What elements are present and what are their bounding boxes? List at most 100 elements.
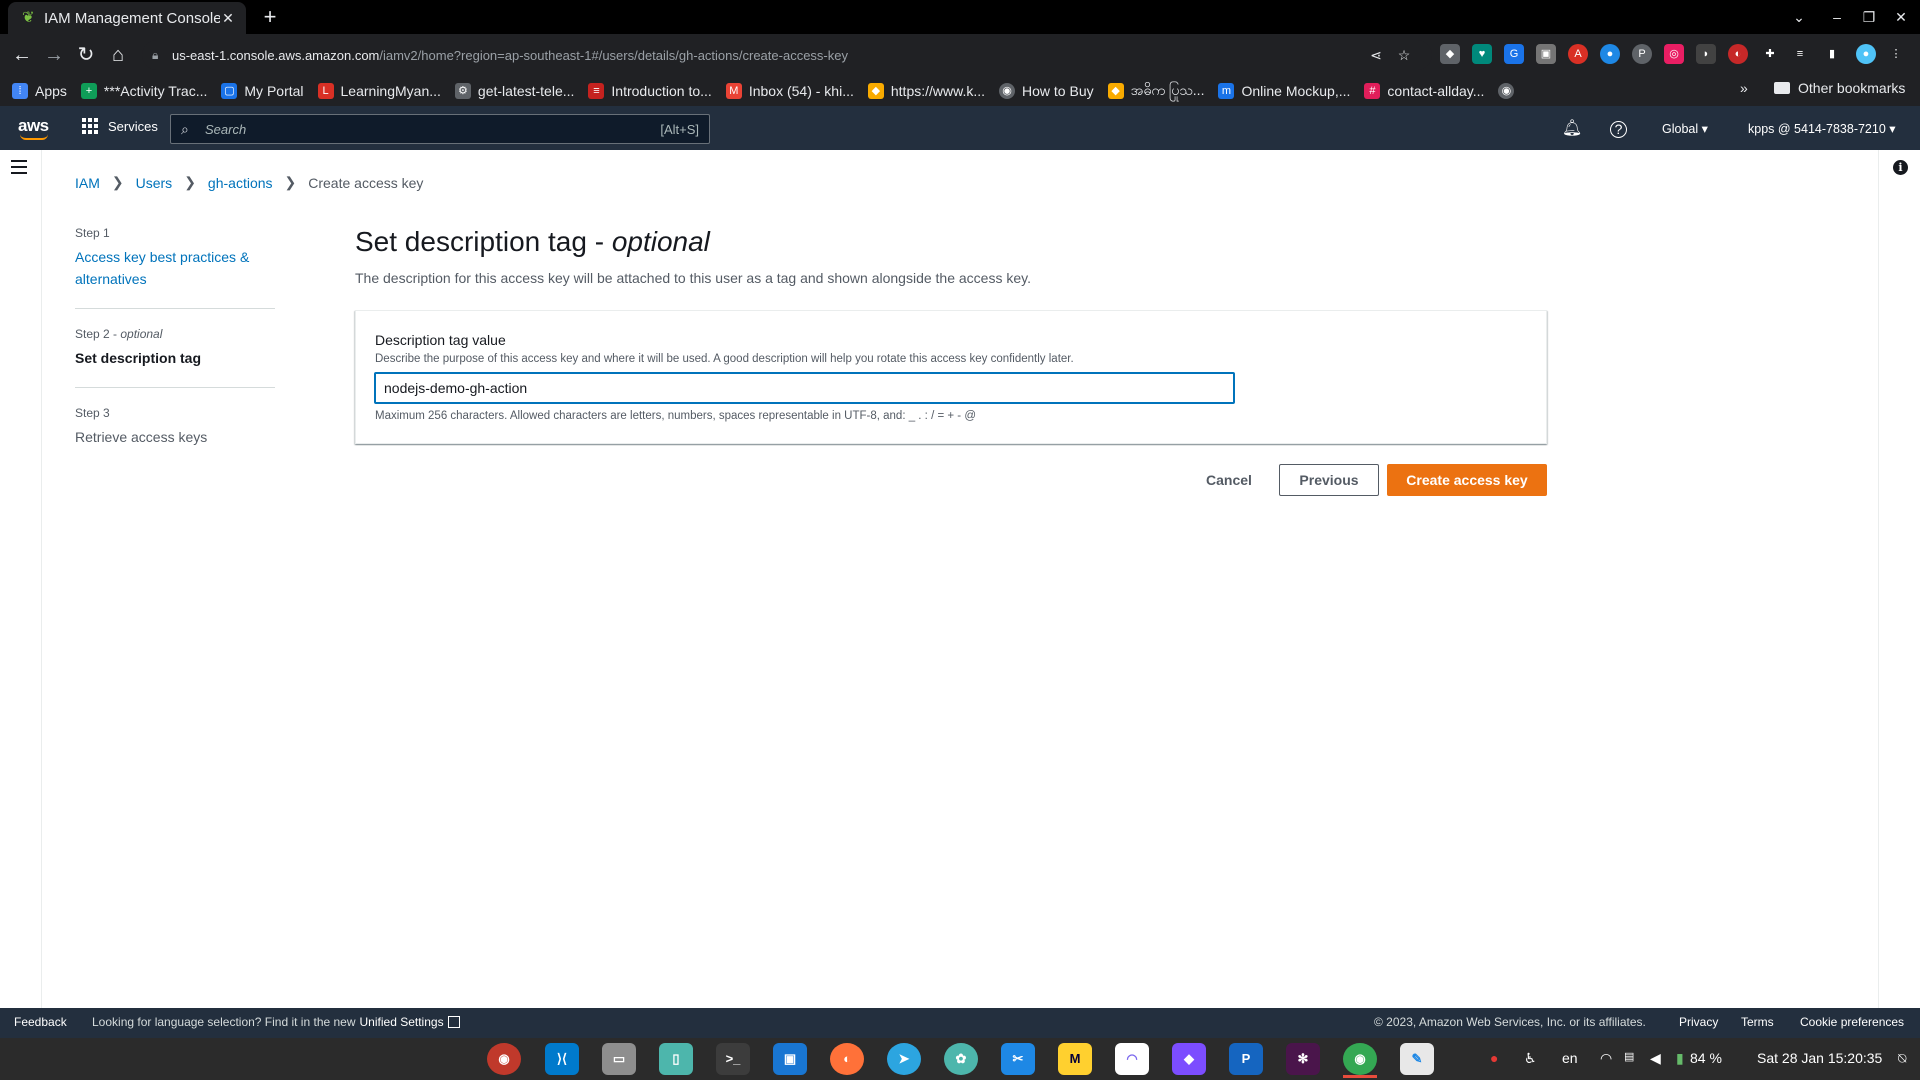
step-1-link[interactable]: Access key best practices & alternatives (75, 246, 275, 290)
slack-app-icon[interactable]: ✻ (1286, 1043, 1320, 1075)
battery-icon[interactable]: ▮ (1676, 1050, 1684, 1067)
bookmark-https-k[interactable]: ◆ https://www.k... (867, 83, 985, 99)
folder-icon (1774, 82, 1790, 94)
translate-extension-icon[interactable]: G (1504, 44, 1524, 64)
side-panel-icon[interactable]: ▮ (1822, 44, 1842, 64)
extension-icon[interactable]: ◐ (1728, 44, 1748, 64)
telegram-app-icon[interactable]: ➤ (887, 1043, 921, 1075)
breadcrumb-users[interactable]: Users (136, 175, 173, 191)
aws-search-input[interactable]: ⌕ Search [Alt+S] (170, 114, 710, 144)
extension-icon[interactable]: ◆ (1440, 44, 1460, 64)
vpn-icon[interactable]: ▤ (1624, 1050, 1634, 1063)
page-title-text: Set description tag - (355, 226, 612, 257)
apps-grid-icon: ⁞ (12, 83, 28, 99)
chrome-menu-icon[interactable]: ⋮ (1886, 44, 1906, 64)
previous-button[interactable]: Previous (1279, 464, 1379, 496)
bookmark-get-latest-tele[interactable]: ⚙ get-latest-tele... (454, 83, 575, 99)
address-bar[interactable]: 🔒︎ us-east-1.console.aws.amazon.com/iamv… (142, 40, 1432, 70)
text-editor-app-icon[interactable]: ✎ (1400, 1043, 1434, 1075)
bookmark-activity-tracker[interactable]: + ***Activity Trac... (80, 83, 207, 99)
bookmark-online-mockup[interactable]: m Online Mockup,... (1218, 83, 1350, 99)
language-note-text: Looking for language selection? Find it … (92, 1015, 356, 1029)
info-icon[interactable]: i (1893, 160, 1908, 175)
bookmark-how-to-buy[interactable]: ◉ How to Buy (999, 83, 1094, 99)
help-icon[interactable]: ? (1610, 121, 1627, 138)
tray-app-icon[interactable]: ● (1490, 1050, 1498, 1066)
bookmark-globe[interactable]: ◉ (1498, 83, 1521, 99)
wifi-icon[interactable]: ◠ (1600, 1050, 1612, 1067)
browser-tab[interactable]: ❦ IAM Management Console ✕ (8, 2, 246, 34)
browser-tab-title: IAM Management Console (44, 9, 220, 27)
tab-search-icon[interactable]: ⌄ (1788, 6, 1810, 28)
close-window-icon[interactable]: ✕ (1890, 6, 1912, 28)
paw-app-icon[interactable]: ✿ (944, 1043, 978, 1075)
close-tab-icon[interactable]: ✕ (220, 10, 236, 27)
virtualbox-app-icon[interactable]: ▣ (773, 1043, 807, 1075)
volume-icon[interactable]: ◀︎ (1650, 1050, 1661, 1067)
extensions-puzzle-icon[interactable]: ✚ (1760, 44, 1780, 64)
adblock-extension-icon[interactable]: A (1568, 44, 1588, 64)
step-label: Access key best practices & (75, 249, 250, 265)
other-bookmarks-button[interactable]: Other bookmarks (1774, 80, 1905, 96)
clock[interactable]: Sat 28 Jan 15:20:35 (1757, 1050, 1882, 1066)
new-tab-button[interactable]: + (258, 4, 282, 30)
privacy-link[interactable]: Privacy (1679, 1015, 1718, 1029)
globe-icon: ◉ (999, 83, 1016, 99)
extension-icon[interactable]: ◗ (1696, 44, 1716, 64)
bookmark-contact-allday[interactable]: # contact-allday... (1364, 83, 1484, 99)
bookmark-label: get-latest-tele... (477, 83, 575, 99)
screenshot-app-icon[interactable]: ✂ (1001, 1043, 1035, 1075)
miro-app-icon[interactable]: M (1058, 1043, 1092, 1075)
back-arrow-icon[interactable]: ← (8, 42, 36, 68)
notifications-off-icon[interactable]: ⍉ (1898, 1050, 1906, 1067)
terms-link[interactable]: Terms (1741, 1015, 1774, 1029)
reading-list-icon[interactable]: ≡ (1790, 44, 1810, 64)
files-app-icon[interactable]: ▭ (602, 1043, 636, 1075)
aws-logo[interactable]: aws (18, 116, 49, 136)
clickup-app-icon[interactable]: ◠ (1115, 1043, 1149, 1075)
breadcrumb-iam[interactable]: IAM (75, 175, 100, 191)
bookmark-inbox[interactable]: M Inbox (54) - khi... (725, 83, 854, 99)
extension-icon[interactable]: P (1632, 44, 1652, 64)
account-menu[interactable]: kpps @ 5414-7838-7210 ▾ (1748, 121, 1896, 136)
create-access-key-button[interactable]: Create access key (1387, 464, 1547, 496)
reload-icon[interactable]: ↻ (72, 42, 100, 68)
firefox-app-icon[interactable]: ◐ (830, 1043, 864, 1075)
extension-icon[interactable]: ▣ (1536, 44, 1556, 64)
chrome-app-icon[interactable]: ◉ (1343, 1043, 1377, 1075)
region-selector[interactable]: Global ▾ (1662, 121, 1708, 136)
restore-window-icon[interactable]: ❐ (1858, 6, 1880, 28)
bookmark-apps[interactable]: ⁞ Apps (12, 83, 67, 99)
vscode-app-icon[interactable]: ⟩⟨ (545, 1043, 579, 1075)
more-bookmarks-button[interactable]: » (1740, 80, 1748, 96)
unified-settings-link[interactable]: Unified Settings (360, 1015, 444, 1029)
services-menu-button[interactable]: Services (82, 118, 158, 134)
minimize-window-icon[interactable]: – (1826, 6, 1848, 28)
book-reader-app-icon[interactable]: ▯ (659, 1043, 693, 1075)
profile-avatar-icon[interactable]: ● (1856, 44, 1876, 64)
hamburger-menu-icon[interactable] (11, 160, 27, 178)
home-icon[interactable]: ⌂ (104, 42, 132, 68)
bookmark-myanmar-text[interactable]: ◆ အဓိက ပြုသ... (1107, 81, 1204, 102)
cookie-preferences-link[interactable]: Cookie preferences (1800, 1015, 1904, 1029)
notifications-bell-icon[interactable]: 🔔︎ (1561, 118, 1583, 138)
terminal-app-icon[interactable]: >_ (716, 1043, 750, 1075)
share-icon[interactable]: ⋖ (1362, 47, 1390, 64)
bookmark-star-icon[interactable]: ☆ (1390, 47, 1418, 64)
forward-arrow-icon[interactable]: → (40, 42, 68, 68)
extension-icon[interactable]: ♥ (1472, 44, 1492, 64)
extension-icon[interactable]: ◎ (1664, 44, 1684, 64)
obsidian-app-icon[interactable]: ◆ (1172, 1043, 1206, 1075)
screen-recorder-app-icon[interactable]: ◉ (487, 1043, 521, 1075)
bookmark-learning-myanmar[interactable]: L LearningMyan... (317, 83, 441, 99)
accessibility-icon[interactable]: ♿︎ (1524, 1050, 1537, 1067)
bookmark-introduction[interactable]: ≡ Introduction to... (588, 83, 712, 99)
feedback-link[interactable]: Feedback (14, 1015, 67, 1029)
description-tag-input[interactable] (374, 372, 1235, 404)
breadcrumb-gh-actions[interactable]: gh-actions (208, 175, 273, 191)
chat-extension-icon[interactable]: ● (1600, 44, 1620, 64)
pycharm-app-icon[interactable]: P (1229, 1043, 1263, 1075)
cancel-button[interactable]: Cancel (1190, 464, 1268, 496)
bookmark-my-portal[interactable]: ▢ My Portal (221, 83, 304, 99)
keyboard-language[interactable]: en (1562, 1050, 1578, 1066)
